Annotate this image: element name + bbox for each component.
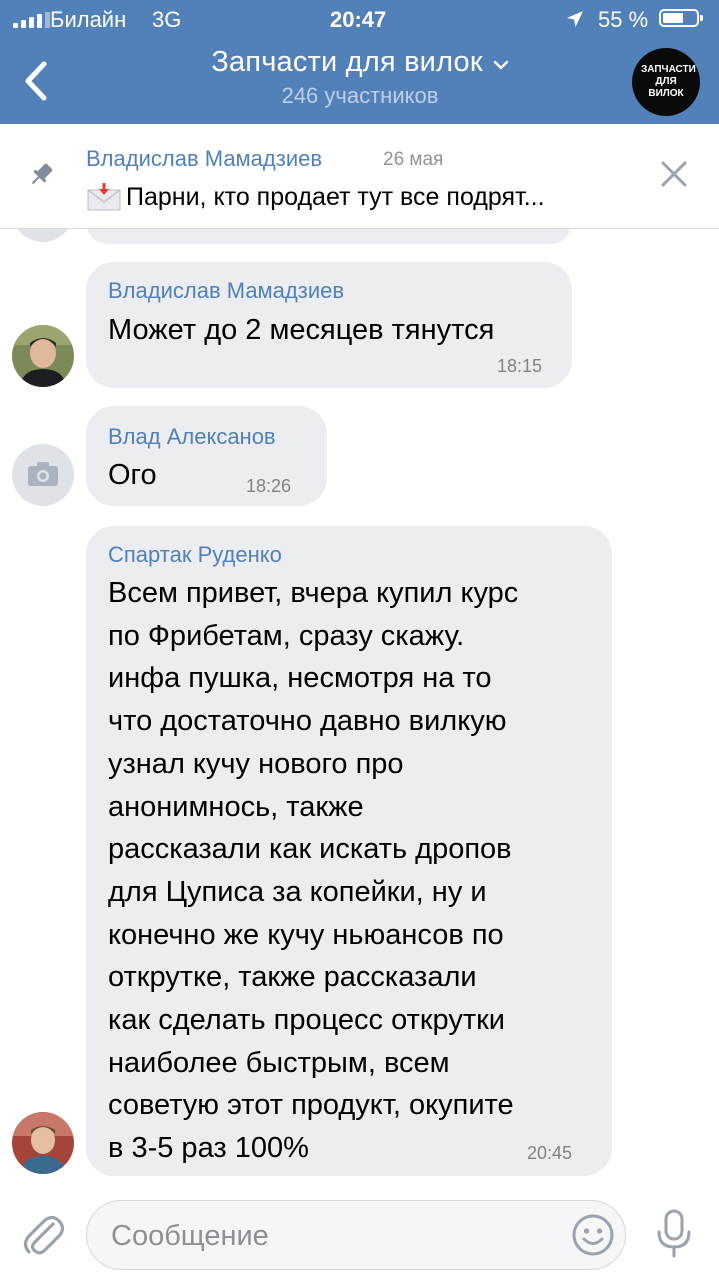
camera-icon [28, 462, 58, 486]
message-line: рассказали как искать дропов [108, 833, 512, 866]
message-line: открутке, также рассказали [108, 961, 477, 994]
pinned-author: Владислав Мамадзиев [86, 146, 323, 171]
paperclip-icon[interactable] [20, 1210, 66, 1260]
pinned-text: Парни, кто продает тут все подрят... [126, 182, 545, 211]
chat-avatar-logo-text: ЗАПЧАСТИ ДЛЯ ВИЛОК [641, 64, 696, 99]
signal-icon [13, 12, 50, 28]
message-line: как сделать процесс открутки [108, 1004, 506, 1037]
message-line: инфа пушка, несмотря на то [108, 662, 492, 695]
message-line: советую этот продукт, окупите [108, 1089, 514, 1122]
message-line: в 3-5 раз 100% [108, 1132, 309, 1165]
message-line: узнал кучу нового про [108, 747, 404, 780]
message-sender[interactable]: Спартак Руденко [108, 542, 282, 568]
chat-title-text: Запчасти для вилок [211, 46, 483, 78]
microphone-icon[interactable] [654, 1208, 694, 1260]
user-photo-icon [12, 1112, 74, 1174]
avatar[interactable] [12, 1112, 74, 1174]
message-input-box[interactable] [86, 1200, 626, 1270]
message-bubble[interactable]: Спартак Руденко Всем привет, вчера купил… [86, 526, 612, 1176]
status-bar: Билайн 3G 20:47 55 % [0, 0, 719, 40]
message-time: 20:45 [527, 1143, 573, 1163]
message-bubble[interactable]: Владислав Мамадзиев Может до 2 месяцев т… [86, 262, 572, 388]
members-count: 246 участников [281, 83, 439, 108]
message-sender[interactable]: Владислав Мамадзиев [108, 278, 344, 304]
message-sender[interactable]: Влад Алексанов [108, 424, 276, 450]
message-line: наиболее быстрым, всем [108, 1046, 450, 1079]
message-line: что достаточно давно вилкую [108, 705, 507, 738]
battery-icon [659, 9, 703, 27]
message-time: 18:15 [497, 356, 543, 376]
close-icon[interactable] [658, 158, 690, 190]
battery-percent: 55 % [598, 7, 649, 32]
status-time: 20:47 [330, 7, 387, 32]
chat-avatar[interactable]: ЗАПЧАСТИ ДЛЯ ВИЛОК [632, 48, 700, 116]
pinned-date: 26 мая [383, 149, 444, 170]
back-button[interactable] [18, 58, 54, 104]
network-type: 3G [152, 7, 182, 32]
message-line: по Фрибетам, сразу скажу. [108, 619, 465, 652]
carrier-label: Билайн [50, 7, 127, 32]
message-line: Всем привет, вчера купил курс [108, 577, 519, 609]
emoji-icon[interactable] [570, 1212, 616, 1258]
message-text: Всем привет, вчера купил курс по Фрибета… [108, 572, 518, 1170]
chat-title[interactable]: Запчасти для вилок [211, 46, 509, 79]
message-line: конечно же кучу ньюансов по [108, 918, 504, 951]
envelope-icon [87, 183, 121, 211]
message-text: Ого [108, 459, 157, 491]
message-line: для Цуписа за копейки, ну и [108, 875, 487, 908]
message-bubble[interactable]: Влад Алексанов Ого 18:26 [86, 406, 327, 506]
chat-title-block[interactable]: Запчасти для вилок 246 участников [150, 46, 570, 109]
user-photo-icon [12, 325, 74, 387]
message-time: 18:26 [246, 476, 292, 496]
pinned-message-bar[interactable] [0, 124, 719, 229]
message-text: Может до 2 месяцев тянутся [108, 314, 495, 346]
location-arrow-icon [567, 11, 583, 27]
avatar[interactable] [12, 444, 74, 506]
pinned-text-row: Парни, кто продает тут все подрят... [86, 182, 545, 212]
pin-icon [31, 163, 53, 185]
message-line: анонимнось, также [108, 790, 364, 823]
message-input[interactable] [109, 1216, 553, 1256]
chevron-down-icon [493, 60, 508, 69]
avatar[interactable] [12, 325, 74, 387]
chat-header: Билайн 3G 20:47 55 % Запчасти для вилок … [0, 0, 719, 124]
